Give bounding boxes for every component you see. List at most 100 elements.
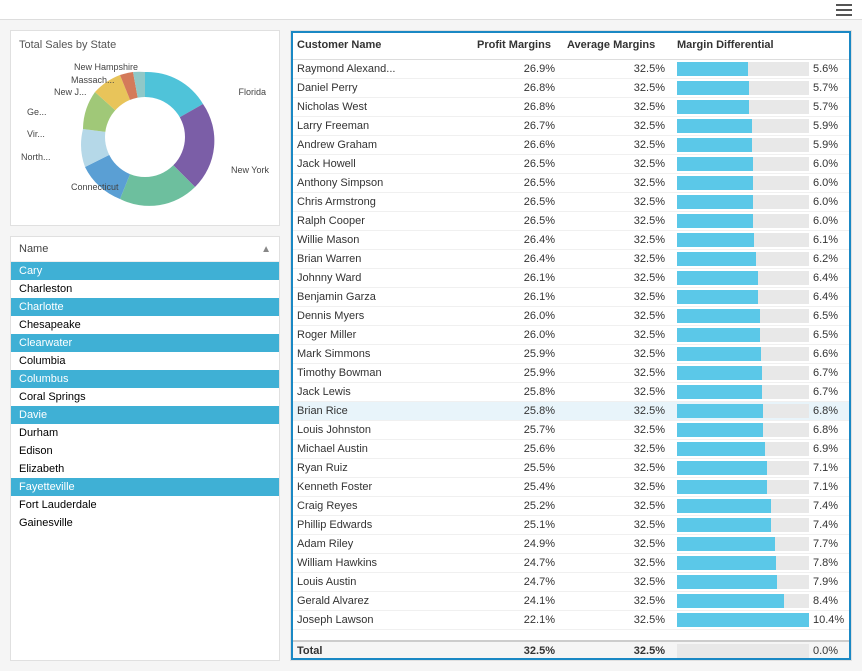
chart-title: Total Sales by State xyxy=(19,39,271,51)
table-row[interactable]: Craig Reyes 25.2% 32.5% 7.4% xyxy=(291,497,851,516)
td-diff: 5.9% xyxy=(671,136,851,154)
table-row[interactable]: Dennis Myers 26.0% 32.5% 6.5% xyxy=(291,307,851,326)
list-item[interactable]: Charlotte xyxy=(11,298,279,316)
table-row[interactable]: Larry Freeman 26.7% 32.5% 5.9% xyxy=(291,117,851,136)
bar-bg xyxy=(677,119,809,133)
label-north: North... xyxy=(21,152,51,162)
table-row[interactable]: Andrew Graham 26.6% 32.5% 5.9% xyxy=(291,136,851,155)
td-avg: 32.5% xyxy=(561,478,671,496)
td-diff: 6.7% xyxy=(671,364,851,382)
td-avg: 32.5% xyxy=(561,402,671,420)
table-row[interactable]: Gerald Alvarez 24.1% 32.5% 8.4% xyxy=(291,592,851,611)
table-row[interactable]: William Hawkins 24.7% 32.5% 7.8% xyxy=(291,554,851,573)
table-row[interactable]: Benjamin Garza 26.1% 32.5% 6.4% xyxy=(291,288,851,307)
table-row[interactable]: Brian Rice 25.8% 32.5% 6.8% xyxy=(291,402,851,421)
table-row[interactable]: Brian Warren 26.4% 32.5% 6.2% xyxy=(291,250,851,269)
table-row[interactable]: Mark Simmons 25.9% 32.5% 6.6% xyxy=(291,345,851,364)
bar-fill xyxy=(677,62,748,76)
td-name: Dennis Myers xyxy=(291,307,471,325)
td-diff: 6.5% xyxy=(671,326,851,344)
td-profit: 25.4% xyxy=(471,478,561,496)
bar-bg xyxy=(677,252,809,266)
bar-label: 7.7% xyxy=(813,538,845,550)
td-profit: 24.9% xyxy=(471,535,561,553)
bar-fill xyxy=(677,613,809,627)
list-item[interactable]: Columbia xyxy=(11,352,279,370)
td-avg: 32.5% xyxy=(561,573,671,591)
td-profit: 26.9% xyxy=(471,60,561,78)
table-row[interactable]: Jack Lewis 25.8% 32.5% 6.7% xyxy=(291,383,851,402)
bar-fill xyxy=(677,328,760,342)
list-item[interactable]: Edison xyxy=(11,442,279,460)
hamburger-menu[interactable] xyxy=(836,4,852,16)
table-row[interactable]: Ralph Cooper 26.5% 32.5% 6.0% xyxy=(291,212,851,231)
td-avg: 32.5% xyxy=(561,117,671,135)
td-name: Willie Mason xyxy=(291,231,471,249)
donut-container: New Hampshire Massach... New J... Ge... … xyxy=(19,57,271,217)
td-avg: 32.5% xyxy=(561,250,671,268)
table-row[interactable]: Phillip Edwards 25.1% 32.5% 7.4% xyxy=(291,516,851,535)
td-name: Jack Lewis xyxy=(291,383,471,401)
list-item[interactable]: Fort Lauderdale xyxy=(11,496,279,514)
list-item[interactable]: Columbus xyxy=(11,370,279,388)
list-item[interactable]: Coral Springs xyxy=(11,388,279,406)
bar-fill xyxy=(677,518,771,532)
table-row[interactable]: Chris Armstrong 26.5% 32.5% 6.0% xyxy=(291,193,851,212)
bar-label: 10.4% xyxy=(813,614,845,626)
list-item[interactable]: Durham xyxy=(11,424,279,442)
donut-chart xyxy=(65,57,225,217)
sort-icon: ▲ xyxy=(261,244,271,255)
list-item[interactable]: Charleston xyxy=(11,280,279,298)
list-body[interactable]: CaryCharlestonCharlotteChesapeakeClearwa… xyxy=(11,262,279,660)
bar-label: 5.9% xyxy=(813,139,845,151)
table-row[interactable]: Johnny Ward 26.1% 32.5% 6.4% xyxy=(291,269,851,288)
list-item[interactable]: Clearwater xyxy=(11,334,279,352)
td-diff: 6.5% xyxy=(671,307,851,325)
table-row[interactable]: Ryan Ruiz 25.5% 32.5% 7.1% xyxy=(291,459,851,478)
table-row[interactable]: Kenneth Foster 25.4% 32.5% 7.1% xyxy=(291,478,851,497)
td-profit: 26.1% xyxy=(471,288,561,306)
table-row[interactable]: Anthony Simpson 26.5% 32.5% 6.0% xyxy=(291,174,851,193)
list-item[interactable]: Fayetteville xyxy=(11,478,279,496)
table-row[interactable]: Nicholas West 26.8% 32.5% 5.7% xyxy=(291,98,851,117)
bar-bg xyxy=(677,480,809,494)
table-body[interactable]: Raymond Alexand... 26.9% 32.5% 5.6% Dani… xyxy=(291,60,851,640)
table-row[interactable]: Daniel Perry 26.8% 32.5% 5.7% xyxy=(291,79,851,98)
table-row[interactable]: Joseph Lawson 22.1% 32.5% 10.4% xyxy=(291,611,851,630)
td-profit: 25.9% xyxy=(471,364,561,382)
td-avg: 32.5% xyxy=(561,592,671,610)
bar-fill xyxy=(677,138,752,152)
td-name: Louis Austin xyxy=(291,573,471,591)
list-item[interactable]: Chesapeake xyxy=(11,316,279,334)
list-item[interactable]: Davie xyxy=(11,406,279,424)
td-diff: 6.8% xyxy=(671,421,851,439)
td-avg: 32.5% xyxy=(561,364,671,382)
bar-bg xyxy=(677,214,809,228)
table-row[interactable]: Timothy Bowman 25.9% 32.5% 6.7% xyxy=(291,364,851,383)
td-diff: 6.2% xyxy=(671,250,851,268)
td-profit: 26.5% xyxy=(471,212,561,230)
table-row[interactable]: Raymond Alexand... 26.9% 32.5% 5.6% xyxy=(291,60,851,79)
list-item[interactable]: Elizabeth xyxy=(11,460,279,478)
bar-fill xyxy=(677,252,756,266)
table-row[interactable]: Michael Austin 25.6% 32.5% 6.9% xyxy=(291,440,851,459)
td-profit: 26.7% xyxy=(471,117,561,135)
list-item[interactable]: Cary xyxy=(11,262,279,280)
bar-fill xyxy=(677,575,777,589)
td-name: Mark Simmons xyxy=(291,345,471,363)
td-name: Raymond Alexand... xyxy=(291,60,471,78)
bar-bg xyxy=(677,423,809,437)
td-name: William Hawkins xyxy=(291,554,471,572)
bar-fill xyxy=(677,537,775,551)
list-item[interactable]: Gainesville xyxy=(11,514,279,532)
table-row[interactable]: Adam Riley 24.9% 32.5% 7.7% xyxy=(291,535,851,554)
table-row[interactable]: Jack Howell 26.5% 32.5% 6.0% xyxy=(291,155,851,174)
bar-label: 6.2% xyxy=(813,253,845,265)
bar-bg xyxy=(677,195,809,209)
table-row[interactable]: Louis Austin 24.7% 32.5% 7.9% xyxy=(291,573,851,592)
table-row[interactable]: Louis Johnston 25.7% 32.5% 6.8% xyxy=(291,421,851,440)
table-row[interactable]: Willie Mason 26.4% 32.5% 6.1% xyxy=(291,231,851,250)
bar-fill xyxy=(677,176,753,190)
td-avg: 32.5% xyxy=(561,383,671,401)
table-row[interactable]: Roger Miller 26.0% 32.5% 6.5% xyxy=(291,326,851,345)
